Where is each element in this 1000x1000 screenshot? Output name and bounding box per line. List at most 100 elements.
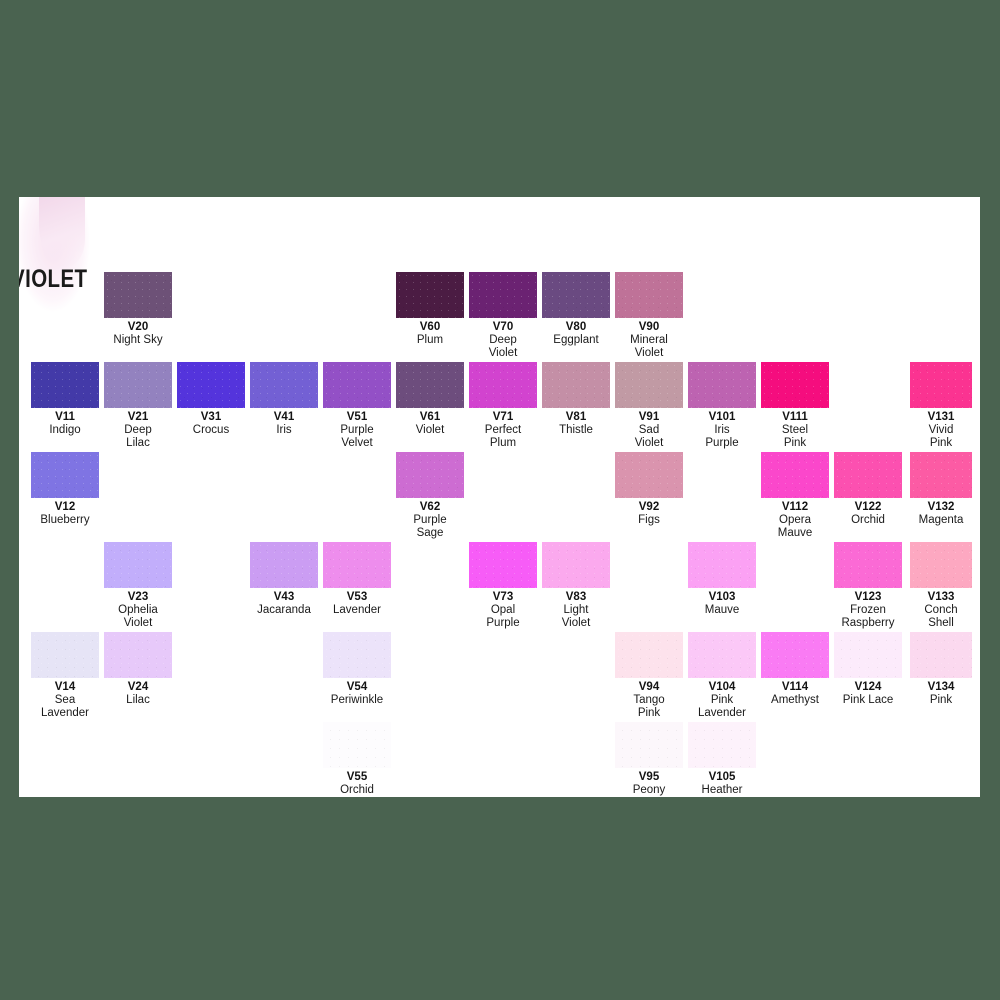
color-swatch bbox=[396, 452, 464, 498]
swatch-cell: V24 Lilac bbox=[95, 632, 181, 707]
color-swatch bbox=[688, 542, 756, 588]
swatch-code: V23 bbox=[127, 591, 149, 603]
swatch-name: Steel Pink bbox=[781, 424, 809, 449]
swatch-code: V105 bbox=[708, 771, 736, 783]
color-swatch bbox=[31, 632, 99, 678]
swatch-texture bbox=[542, 542, 610, 588]
swatch-code: V111 bbox=[782, 411, 808, 423]
swatch-code: V54 bbox=[346, 681, 368, 693]
swatch-cell: V92 Figs bbox=[606, 452, 692, 527]
swatch-cell: V111 Steel Pink bbox=[752, 362, 838, 450]
color-swatch bbox=[250, 362, 318, 408]
color-swatch bbox=[761, 362, 829, 408]
swatch-code: V24 bbox=[127, 681, 149, 693]
swatch-texture bbox=[396, 272, 464, 318]
swatch-name: Night Sky bbox=[113, 334, 163, 346]
swatch-cell: V23 Ophelia Violet bbox=[95, 542, 181, 630]
swatch-cell: V53 Lavender bbox=[314, 542, 400, 617]
swatch-name: Heather bbox=[701, 784, 743, 796]
swatch-texture bbox=[615, 272, 683, 318]
color-swatch bbox=[396, 272, 464, 318]
swatch-texture bbox=[910, 632, 972, 678]
swatch-name: Magenta bbox=[918, 514, 964, 526]
color-swatch bbox=[469, 362, 537, 408]
swatch-texture bbox=[31, 632, 99, 678]
color-swatch bbox=[761, 632, 829, 678]
swatch-name: Conch Shell bbox=[924, 604, 958, 629]
swatch-code: V132 bbox=[927, 501, 955, 513]
swatch-cell: V131 Vivid Pink bbox=[898, 362, 980, 450]
swatch-cell: V54 Periwinkle bbox=[314, 632, 400, 707]
swatch-name: Lavender bbox=[333, 604, 381, 616]
swatch-name: OrchidIce bbox=[340, 784, 374, 796]
swatch-texture bbox=[688, 362, 756, 408]
swatch-name: Mauve bbox=[704, 604, 740, 616]
color-swatch bbox=[104, 632, 172, 678]
color-swatch bbox=[31, 362, 99, 408]
color-swatch bbox=[469, 542, 537, 588]
swatch-texture bbox=[104, 272, 172, 318]
swatch-texture bbox=[688, 632, 756, 678]
color-swatch bbox=[910, 632, 972, 678]
swatch-name: Lilac bbox=[126, 694, 150, 706]
color-swatch bbox=[469, 272, 537, 318]
swatch-code: V92 bbox=[638, 501, 660, 513]
color-swatch bbox=[104, 542, 172, 588]
color-swatch bbox=[834, 542, 902, 588]
swatch-texture bbox=[104, 632, 172, 678]
swatch-texture bbox=[834, 632, 902, 678]
color-swatch bbox=[834, 452, 902, 498]
swatch-texture bbox=[177, 362, 245, 408]
swatch-code: V131 bbox=[927, 411, 955, 423]
swatch-texture bbox=[104, 362, 172, 408]
swatch-code: V133 bbox=[927, 591, 955, 603]
swatch-texture bbox=[542, 272, 610, 318]
swatch-cell: V105 Heather bbox=[679, 722, 765, 797]
color-swatch bbox=[910, 542, 972, 588]
swatch-name: Ophelia Violet bbox=[118, 604, 158, 629]
swatch-cell: V134 Pink bbox=[898, 632, 980, 707]
swatch-cell: V103 Mauve bbox=[679, 542, 765, 617]
swatch-grid: V20 Night Sky V60 Plum V70 Deep Violet V80 Eggpl… bbox=[19, 197, 980, 797]
color-swatch bbox=[834, 632, 902, 678]
swatch-cell: V83 Light Violet bbox=[533, 542, 619, 630]
color-swatch bbox=[542, 362, 610, 408]
color-swatch bbox=[615, 632, 683, 678]
swatch-texture bbox=[31, 452, 99, 498]
swatch-texture bbox=[761, 362, 829, 408]
swatch-texture bbox=[615, 632, 683, 678]
swatch-code: V12 bbox=[54, 501, 76, 513]
color-swatch bbox=[104, 362, 172, 408]
swatch-name: Vivid Pink bbox=[928, 424, 954, 449]
swatch-texture bbox=[688, 542, 756, 588]
swatch-texture bbox=[688, 722, 756, 768]
color-swatch bbox=[615, 452, 683, 498]
swatch-texture bbox=[31, 362, 99, 408]
swatch-cell: V20 Night Sky bbox=[95, 272, 181, 347]
swatch-cell: V132 Magenta bbox=[898, 452, 980, 527]
swatch-texture bbox=[323, 542, 391, 588]
swatch-texture bbox=[396, 452, 464, 498]
swatch-code: V62 bbox=[419, 501, 441, 513]
swatch-texture bbox=[542, 362, 610, 408]
swatch-texture bbox=[469, 542, 537, 588]
swatch-code: V55 bbox=[346, 771, 368, 783]
swatch-name: Blueberry bbox=[40, 514, 90, 526]
color-swatch bbox=[323, 542, 391, 588]
swatch-texture bbox=[250, 542, 318, 588]
swatch-cell: V12 Blueberry bbox=[22, 452, 108, 527]
color-swatch bbox=[323, 722, 391, 768]
swatch-texture bbox=[761, 452, 829, 498]
color-swatch bbox=[542, 272, 610, 318]
color-swatch bbox=[615, 272, 683, 318]
swatch-texture bbox=[910, 362, 972, 408]
color-swatch bbox=[177, 362, 245, 408]
color-swatch bbox=[910, 452, 972, 498]
swatch-texture bbox=[469, 362, 537, 408]
swatch-texture bbox=[250, 362, 318, 408]
swatch-texture bbox=[834, 452, 902, 498]
swatch-texture bbox=[323, 632, 391, 678]
swatch-texture bbox=[834, 542, 902, 588]
swatch-code: V90 bbox=[638, 321, 660, 333]
color-swatch bbox=[615, 362, 683, 408]
